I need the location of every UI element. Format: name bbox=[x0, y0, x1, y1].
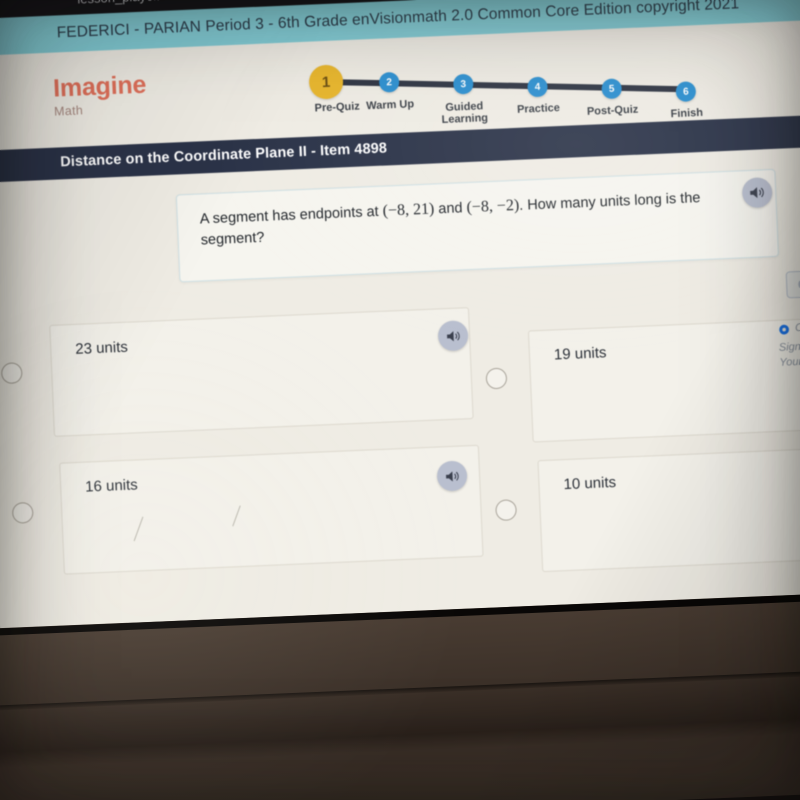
question-text-part2: and bbox=[434, 200, 467, 218]
item-title: Distance on the Coordinate Plane II - It… bbox=[59, 140, 388, 171]
lesson-progress-tracker: 1 Pre-Quiz 2 Warm Up 3 Guided Learning 4… bbox=[294, 36, 717, 134]
answer-label-0: 23 units bbox=[74, 338, 129, 358]
question-text: A segment has endpoints at (−8, 21) and … bbox=[199, 186, 720, 251]
question-point-1: (−8, 21) bbox=[382, 200, 435, 220]
progress-step-5-label: Post-Quiz bbox=[586, 103, 639, 118]
answer-radio-0[interactable] bbox=[0, 362, 23, 385]
answer-radio-1[interactable] bbox=[485, 367, 508, 390]
progress-step-2-number: 2 bbox=[386, 76, 393, 88]
imagine-math-logo: Imagine Math bbox=[52, 70, 148, 119]
progress-step-1[interactable]: 1 bbox=[308, 64, 344, 100]
chrome-signin-bubble: Chrome Sign-in a Your Goo bbox=[778, 316, 800, 391]
question-text-part1: A segment has endpoints at bbox=[199, 203, 384, 228]
answer-radio-2[interactable] bbox=[11, 501, 34, 524]
chrome-signin-line2: Sign-in a bbox=[778, 340, 800, 354]
progress-step-2[interactable]: 2 bbox=[378, 71, 400, 93]
progress-step-4-label: Practice bbox=[516, 102, 561, 116]
question-card: A segment has endpoints at (−8, 21) and … bbox=[175, 168, 779, 283]
answer-label-1: 19 units bbox=[553, 344, 607, 364]
gear-icon bbox=[779, 324, 789, 334]
chrome-signin-line1: Chrome bbox=[794, 320, 800, 335]
progress-step-2-label: Warm Up bbox=[365, 98, 415, 113]
progress-step-5[interactable]: 5 bbox=[601, 78, 623, 100]
progress-step-3[interactable]: 3 bbox=[452, 73, 474, 95]
answer-label-2: 16 units bbox=[84, 476, 139, 496]
progress-step-6[interactable]: 6 bbox=[675, 81, 697, 103]
answer-option-2[interactable]: 16 units bbox=[59, 444, 484, 575]
answer-option-1[interactable]: 19 units bbox=[527, 316, 800, 443]
photo-of-laptop-screen: math.imaginelearning.com/lesson_player/#… bbox=[0, 0, 800, 800]
progress-step-6-number: 6 bbox=[682, 85, 689, 98]
answer-label-3: 10 units bbox=[563, 473, 617, 494]
answer-radio-3[interactable] bbox=[495, 499, 518, 522]
progress-step-3-number: 3 bbox=[460, 78, 467, 90]
logo-math-text: Math bbox=[53, 103, 84, 119]
progress-step-4[interactable]: 4 bbox=[527, 76, 548, 98]
question-point-2: (−8, −2) bbox=[466, 196, 520, 217]
progress-step-3-label: Guided Learning bbox=[441, 100, 489, 127]
progress-step-5-number: 5 bbox=[608, 83, 615, 95]
answer-option-0[interactable]: 23 units bbox=[49, 307, 474, 437]
clear-button[interactable]: CLEAR bbox=[785, 268, 800, 299]
logo-imagine-text: Imagine bbox=[52, 70, 147, 103]
progress-step-1-number: 1 bbox=[321, 73, 331, 91]
answer-option-3[interactable]: 10 units bbox=[537, 446, 800, 573]
progress-step-4-number: 4 bbox=[534, 81, 541, 93]
